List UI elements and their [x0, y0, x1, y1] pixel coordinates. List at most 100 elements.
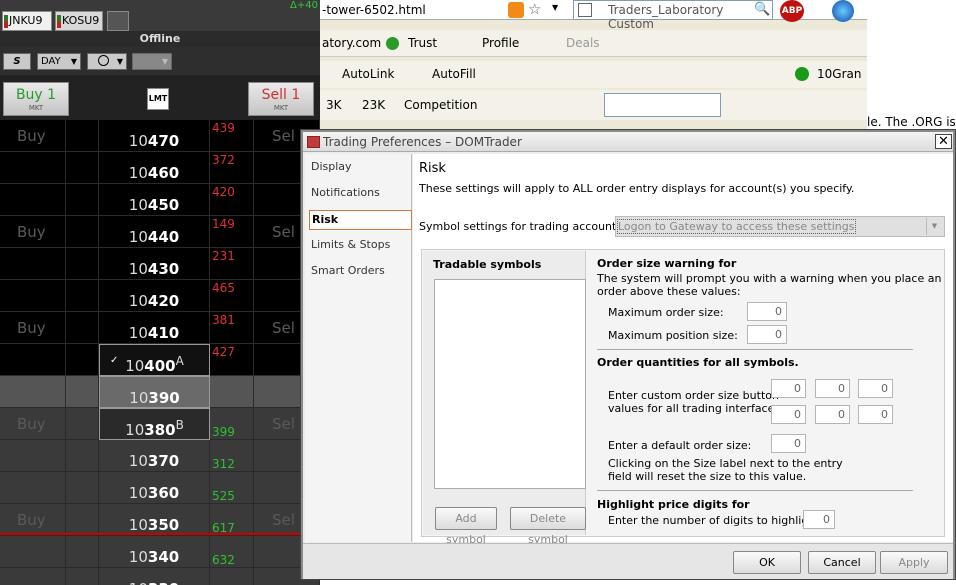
ladder-row: Buy 10410 381 Sel: [0, 312, 320, 344]
price-cell[interactable]: 10340: [99, 536, 210, 568]
account-select[interactable]: ▼: [132, 53, 172, 70]
search-icon[interactable]: 🔍: [754, 2, 770, 17]
bid-size-cell[interactable]: [66, 280, 99, 312]
star-icon[interactable]: ☆: [528, 0, 541, 18]
cancel-button[interactable]: Cancel: [808, 551, 876, 574]
bookmark-item[interactable]: atory.com: [322, 36, 381, 50]
max-order-input[interactable]: 0: [747, 302, 787, 321]
price-cell[interactable]: 10410: [99, 312, 210, 344]
bid-size-cell[interactable]: [66, 120, 99, 152]
price-cell[interactable]: 10380B: [99, 408, 210, 440]
rss-icon[interactable]: [508, 2, 524, 18]
default-size-input[interactable]: 0: [771, 434, 806, 453]
bid-size-cell[interactable]: [66, 536, 99, 568]
bid-size-cell[interactable]: [66, 472, 99, 504]
price-cell[interactable]: 10460: [99, 152, 210, 184]
max-position-input[interactable]: 0: [747, 325, 787, 344]
s-button[interactable]: S: [3, 53, 31, 70]
price-cell[interactable]: 10330: [99, 568, 210, 585]
buy-cell[interactable]: [0, 440, 66, 472]
bid-size-cell[interactable]: [66, 344, 99, 376]
bookmark-trust[interactable]: Trust: [408, 36, 437, 50]
order-type-select[interactable]: ▼: [87, 53, 127, 70]
autolink-button[interactable]: AutoLink: [342, 67, 394, 81]
buy-cell[interactable]: Buy: [0, 120, 66, 152]
buy-cell[interactable]: Buy: [0, 216, 66, 248]
price-cell[interactable]: 10450: [99, 184, 210, 216]
bid-size-cell[interactable]: [66, 408, 99, 440]
tengran-button[interactable]: 10Gran: [817, 67, 861, 81]
buy-cell[interactable]: Buy: [0, 504, 66, 536]
price-cell[interactable]: 10440: [99, 216, 210, 248]
buy-cell[interactable]: [0, 376, 66, 408]
tradable-symbols-list[interactable]: [434, 279, 586, 489]
search-engine-icon[interactable]: [578, 3, 592, 17]
dialog-titlebar[interactable]: Trading Preferences – DOMTrader ✕: [303, 132, 953, 152]
custom-size-input[interactable]: 0: [771, 405, 806, 424]
tab-kosu9[interactable]: KOSU9: [55, 11, 103, 31]
bid-size-cell[interactable]: [66, 184, 99, 216]
buy-cell[interactable]: [0, 184, 66, 216]
price-cell[interactable]: 10390: [99, 376, 210, 408]
buy-cell[interactable]: Buy: [0, 312, 66, 344]
ok-button[interactable]: OK: [733, 551, 801, 574]
price-cell[interactable]: 10430: [99, 248, 210, 280]
lmt-button[interactable]: LMT: [147, 88, 169, 110]
new-tab-button[interactable]: [107, 11, 129, 31]
nav-item-risk[interactable]: Risk: [309, 210, 412, 230]
custom-size-input[interactable]: 0: [815, 405, 850, 424]
nav-item-smart-orders[interactable]: Smart Orders: [309, 262, 412, 282]
buy-cell[interactable]: [0, 536, 66, 568]
competition-button[interactable]: Competition: [404, 98, 477, 112]
price-cell[interactable]: 10350: [99, 504, 210, 536]
toolbar-count-23k[interactable]: 23K: [362, 98, 385, 112]
bid-size-cell[interactable]: [66, 504, 99, 536]
custom-size-input[interactable]: 0: [815, 379, 850, 398]
chevron-down-icon[interactable]: ▼: [552, 3, 558, 12]
bid-size-cell[interactable]: [66, 152, 99, 184]
tab-jnku9[interactable]: JNKU9: [2, 11, 52, 31]
toolbar-search-input[interactable]: [604, 93, 721, 117]
autofill-button[interactable]: AutoFill: [432, 67, 476, 81]
adblock-icon[interactable]: ABP: [780, 0, 804, 22]
globe-icon[interactable]: [832, 0, 854, 22]
bid-size-cell[interactable]: [66, 248, 99, 280]
nav-item-display[interactable]: Display: [309, 158, 412, 178]
price-cell[interactable]: ✓ 10400A: [99, 344, 210, 376]
buy-cell[interactable]: [0, 248, 66, 280]
buy-cell[interactable]: [0, 472, 66, 504]
search-input[interactable]: Traders_Laboratory Custom 🔍: [573, 0, 773, 31]
bid-size-cell[interactable]: [66, 216, 99, 248]
price-cell[interactable]: 10360: [99, 472, 210, 504]
account-select[interactable]: Logon to Gateway to access these setting…: [615, 216, 945, 237]
buy-cell[interactable]: Buy: [0, 408, 66, 440]
close-button[interactable]: ✕: [935, 134, 952, 149]
delete-symbol-button[interactable]: Delete symbol: [510, 507, 586, 546]
custom-size-input[interactable]: 0: [771, 379, 806, 398]
bid-size-cell[interactable]: [66, 440, 99, 472]
sell-market-button[interactable]: Sell 1 MKT: [248, 82, 314, 116]
buy-market-button[interactable]: Buy 1 MKT: [3, 82, 69, 116]
tif-select[interactable]: DAY ▼: [37, 53, 81, 70]
buy-cell[interactable]: [0, 280, 66, 312]
bid-size-cell[interactable]: [66, 568, 99, 585]
add-symbol-button[interactable]: Add symbol: [435, 507, 497, 546]
price-cell[interactable]: 10420: [99, 280, 210, 312]
bid-size-cell[interactable]: [66, 376, 99, 408]
custom-size-input[interactable]: 0: [858, 405, 893, 424]
nav-item-limits-stops[interactable]: Limits & Stops: [309, 236, 412, 256]
buy-cell[interactable]: [0, 152, 66, 184]
price-cell[interactable]: 10370: [99, 440, 210, 472]
toolbar-count-3k[interactable]: 3K: [326, 98, 342, 112]
custom-size-input[interactable]: 0: [858, 379, 893, 398]
buy-cell[interactable]: [0, 568, 66, 585]
highlight-digits-input[interactable]: 0: [803, 510, 835, 529]
bookmark-deals[interactable]: Deals: [566, 36, 600, 50]
bid-size-cell[interactable]: [66, 312, 99, 344]
price-cell[interactable]: 10470: [99, 120, 210, 152]
price-digits: 430: [147, 260, 180, 278]
apply-button[interactable]: Apply: [880, 551, 948, 574]
nav-item-notifications[interactable]: Notifications: [309, 184, 412, 204]
bookmark-profile[interactable]: Profile: [482, 36, 519, 50]
buy-cell[interactable]: [0, 344, 66, 376]
